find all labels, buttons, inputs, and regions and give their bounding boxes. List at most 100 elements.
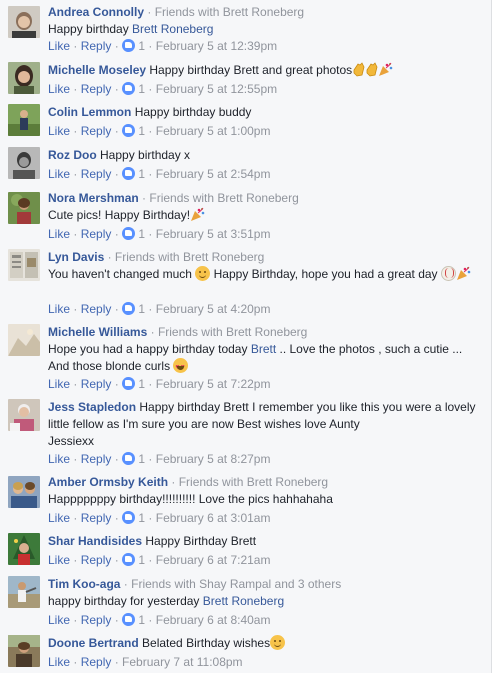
timestamp[interactable]: February 5 at 12:55pm: [156, 82, 277, 96]
avatar[interactable]: [8, 192, 40, 224]
comment-author[interactable]: Tim Koo-aga: [48, 577, 120, 591]
party-popper-emoji: [191, 207, 205, 221]
avatar[interactable]: [8, 104, 40, 136]
separator: ·: [70, 511, 81, 525]
separator: ·: [145, 82, 156, 96]
like-button[interactable]: Like: [48, 553, 70, 567]
comment-author[interactable]: Lyn Davis: [48, 250, 104, 264]
like-reaction-icon[interactable]: [122, 377, 136, 390]
reply-button[interactable]: Reply: [81, 553, 112, 567]
reply-button[interactable]: Reply: [81, 167, 112, 181]
avatar[interactable]: [8, 249, 40, 281]
like-reaction-icon[interactable]: [122, 227, 136, 240]
comment-actions: Like · Reply · 1 · February 5 at 8:27pm: [48, 451, 270, 467]
timestamp[interactable]: February 5 at 8:27pm: [156, 452, 271, 466]
timestamp[interactable]: February 5 at 7:22pm: [156, 377, 271, 391]
like-reaction-icon[interactable]: [122, 511, 136, 524]
like-button[interactable]: Like: [48, 227, 70, 241]
like-reaction-icon[interactable]: [122, 302, 136, 315]
separator: ·: [111, 82, 123, 96]
avatar[interactable]: [8, 476, 40, 508]
separator: ·: [145, 553, 156, 567]
like-button[interactable]: Like: [48, 124, 70, 138]
comment-author[interactable]: Shar Handisides: [48, 534, 142, 548]
timestamp[interactable]: February 5 at 2:54pm: [156, 167, 271, 181]
clapping-hands-emoji: [353, 62, 365, 77]
separator: ·: [145, 227, 156, 241]
reply-button[interactable]: Reply: [81, 377, 112, 391]
like-button[interactable]: Like: [48, 452, 70, 466]
separator: ·: [145, 167, 156, 181]
reply-button[interactable]: Reply: [81, 511, 112, 525]
mention-link[interactable]: Brett: [251, 342, 276, 356]
mention-link[interactable]: Brett Roneberg: [203, 594, 284, 608]
timestamp[interactable]: February 5 at 12:39pm: [156, 39, 277, 53]
separator: ·: [145, 511, 156, 525]
timestamp[interactable]: February 6 at 7:21am: [156, 553, 271, 567]
separator: ·: [111, 655, 123, 669]
friends-with-text: Friends with Brett Roneberg: [157, 325, 308, 339]
like-button[interactable]: Like: [48, 39, 70, 53]
comment-author[interactable]: Doone Bertrand: [48, 636, 139, 650]
avatar[interactable]: [8, 533, 40, 565]
reply-button[interactable]: Reply: [81, 302, 112, 316]
avatar[interactable]: [8, 324, 40, 356]
avatar[interactable]: [8, 576, 40, 608]
like-reaction-icon[interactable]: [122, 39, 136, 52]
comment-author[interactable]: Jess Stapledon: [48, 400, 136, 414]
separator: ·: [70, 553, 81, 567]
avatar[interactable]: [8, 147, 40, 179]
reply-button[interactable]: Reply: [81, 82, 112, 96]
reply-button[interactable]: Reply: [81, 227, 112, 241]
timestamp[interactable]: February 5 at 3:51pm: [156, 227, 271, 241]
comment-text: .. Love the photos , such a cutie ...: [276, 342, 463, 356]
smiling-face-emoji: [270, 635, 286, 650]
avatar[interactable]: [8, 399, 40, 431]
like-button[interactable]: Like: [48, 302, 70, 316]
like-button[interactable]: Like: [48, 167, 70, 181]
like-reaction-icon[interactable]: [122, 553, 136, 566]
avatar[interactable]: [8, 62, 40, 94]
timestamp[interactable]: February 6 at 8:40am: [156, 613, 271, 627]
comment-text: Hope you had a happy birthday today: [48, 342, 251, 356]
comment-actions: Like · Reply · 1 · February 5 at 1:00pm: [48, 123, 270, 139]
reply-button[interactable]: Reply: [81, 39, 112, 53]
like-button[interactable]: Like: [48, 613, 70, 627]
comment-author[interactable]: Nora Mershman: [48, 191, 139, 205]
comment-author[interactable]: Michelle Williams: [48, 325, 147, 339]
comment-actions: Like · Reply · 1 · February 5 at 3:51pm: [48, 226, 270, 242]
separator: ·: [70, 227, 81, 241]
comment-author[interactable]: Andrea Connolly: [48, 5, 144, 19]
reply-button[interactable]: Reply: [81, 452, 112, 466]
like-reaction-icon[interactable]: [122, 452, 136, 465]
comment-author[interactable]: Roz Doo: [48, 148, 97, 162]
party-popper-emoji: [379, 62, 393, 76]
like-reaction-icon[interactable]: [122, 167, 136, 180]
comment-actions: Like · Reply · 1 · February 6 at 3:01am: [48, 510, 270, 526]
like-button[interactable]: Like: [48, 655, 70, 669]
like-reaction-icon[interactable]: [122, 613, 136, 626]
like-button[interactable]: Like: [48, 82, 70, 96]
comment-author[interactable]: Michelle Moseley: [48, 63, 146, 77]
comment-author[interactable]: Colin Lemmon: [48, 105, 131, 119]
comment-text: Cute pics! Happy Birthday!: [48, 208, 191, 222]
timestamp[interactable]: February 5 at 1:00pm: [156, 124, 271, 138]
timestamp[interactable]: February 7 at 11:08pm: [122, 655, 243, 669]
mention-link[interactable]: Brett Roneberg: [132, 22, 213, 36]
like-reaction-icon[interactable]: [122, 124, 136, 137]
timestamp[interactable]: February 5 at 4:20pm: [156, 302, 271, 316]
like-button[interactable]: Like: [48, 377, 70, 391]
reply-button[interactable]: Reply: [81, 655, 112, 669]
comment-text: Happy birthday x: [100, 148, 191, 162]
reply-button[interactable]: Reply: [81, 124, 112, 138]
separator: ·: [111, 613, 123, 627]
avatar[interactable]: [8, 635, 40, 667]
avatar[interactable]: [8, 6, 40, 38]
like-reaction-icon[interactable]: [122, 82, 136, 95]
separator: ·: [111, 377, 123, 391]
like-button[interactable]: Like: [48, 511, 70, 525]
comment-actions: Like · Reply · 1 · February 5 at 7:22pm: [48, 376, 270, 392]
timestamp[interactable]: February 6 at 3:01am: [156, 511, 271, 525]
reply-button[interactable]: Reply: [81, 613, 112, 627]
comment-author[interactable]: Amber Ormsby Keith: [48, 475, 168, 489]
